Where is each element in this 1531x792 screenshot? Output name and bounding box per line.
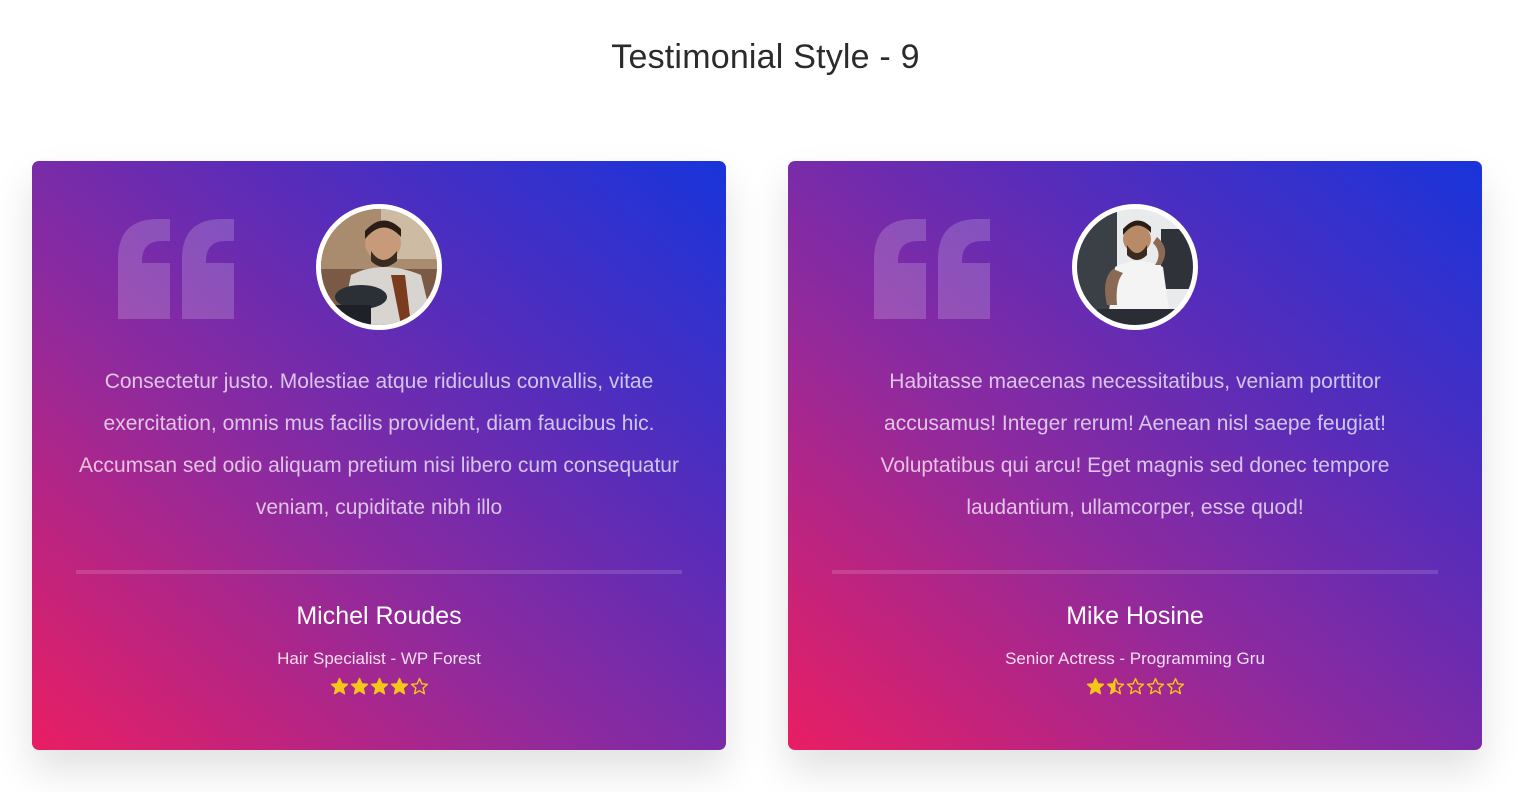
star-empty-icon (410, 677, 428, 695)
person-role: Hair Specialist - WP Forest (277, 649, 481, 668)
star-full-icon (350, 677, 368, 695)
divider (76, 570, 682, 574)
star-rating (788, 677, 1482, 696)
divider (832, 570, 1438, 574)
person-role: Senior Actress - Programming Gru (1005, 649, 1265, 668)
star-empty-icon (1126, 677, 1144, 695)
quote-icon (874, 219, 990, 319)
star-full-icon (370, 677, 388, 695)
star-rating (32, 677, 726, 696)
person-photo-barber (321, 209, 437, 325)
star-empty-icon (1146, 677, 1164, 695)
testimonial-card: Consectetur justo. Molestiae atque ridic… (32, 161, 726, 750)
testimonial-page: Testimonial Style - 9 Consectetur justo.… (0, 0, 1531, 792)
person-name: Michel Roudes (296, 602, 462, 630)
avatar (316, 204, 442, 330)
star-empty-icon (1166, 677, 1184, 695)
page-title: Testimonial Style - 9 (611, 38, 920, 76)
avatar (1072, 204, 1198, 330)
testimonial-card: Habitasse maecenas necessitatibus, venia… (788, 161, 1482, 750)
star-full-icon (390, 677, 408, 695)
testimonial-text: Consectetur justo. Molestiae atque ridic… (79, 370, 679, 519)
star-half-icon (1106, 677, 1124, 695)
star-full-icon (330, 677, 348, 695)
quote-icon (118, 219, 234, 319)
person-photo-tattooed-man (1077, 209, 1193, 325)
person-name: Mike Hosine (1066, 602, 1204, 630)
testimonial-text: Habitasse maecenas necessitatibus, venia… (880, 370, 1390, 519)
star-full-icon (1086, 677, 1104, 695)
